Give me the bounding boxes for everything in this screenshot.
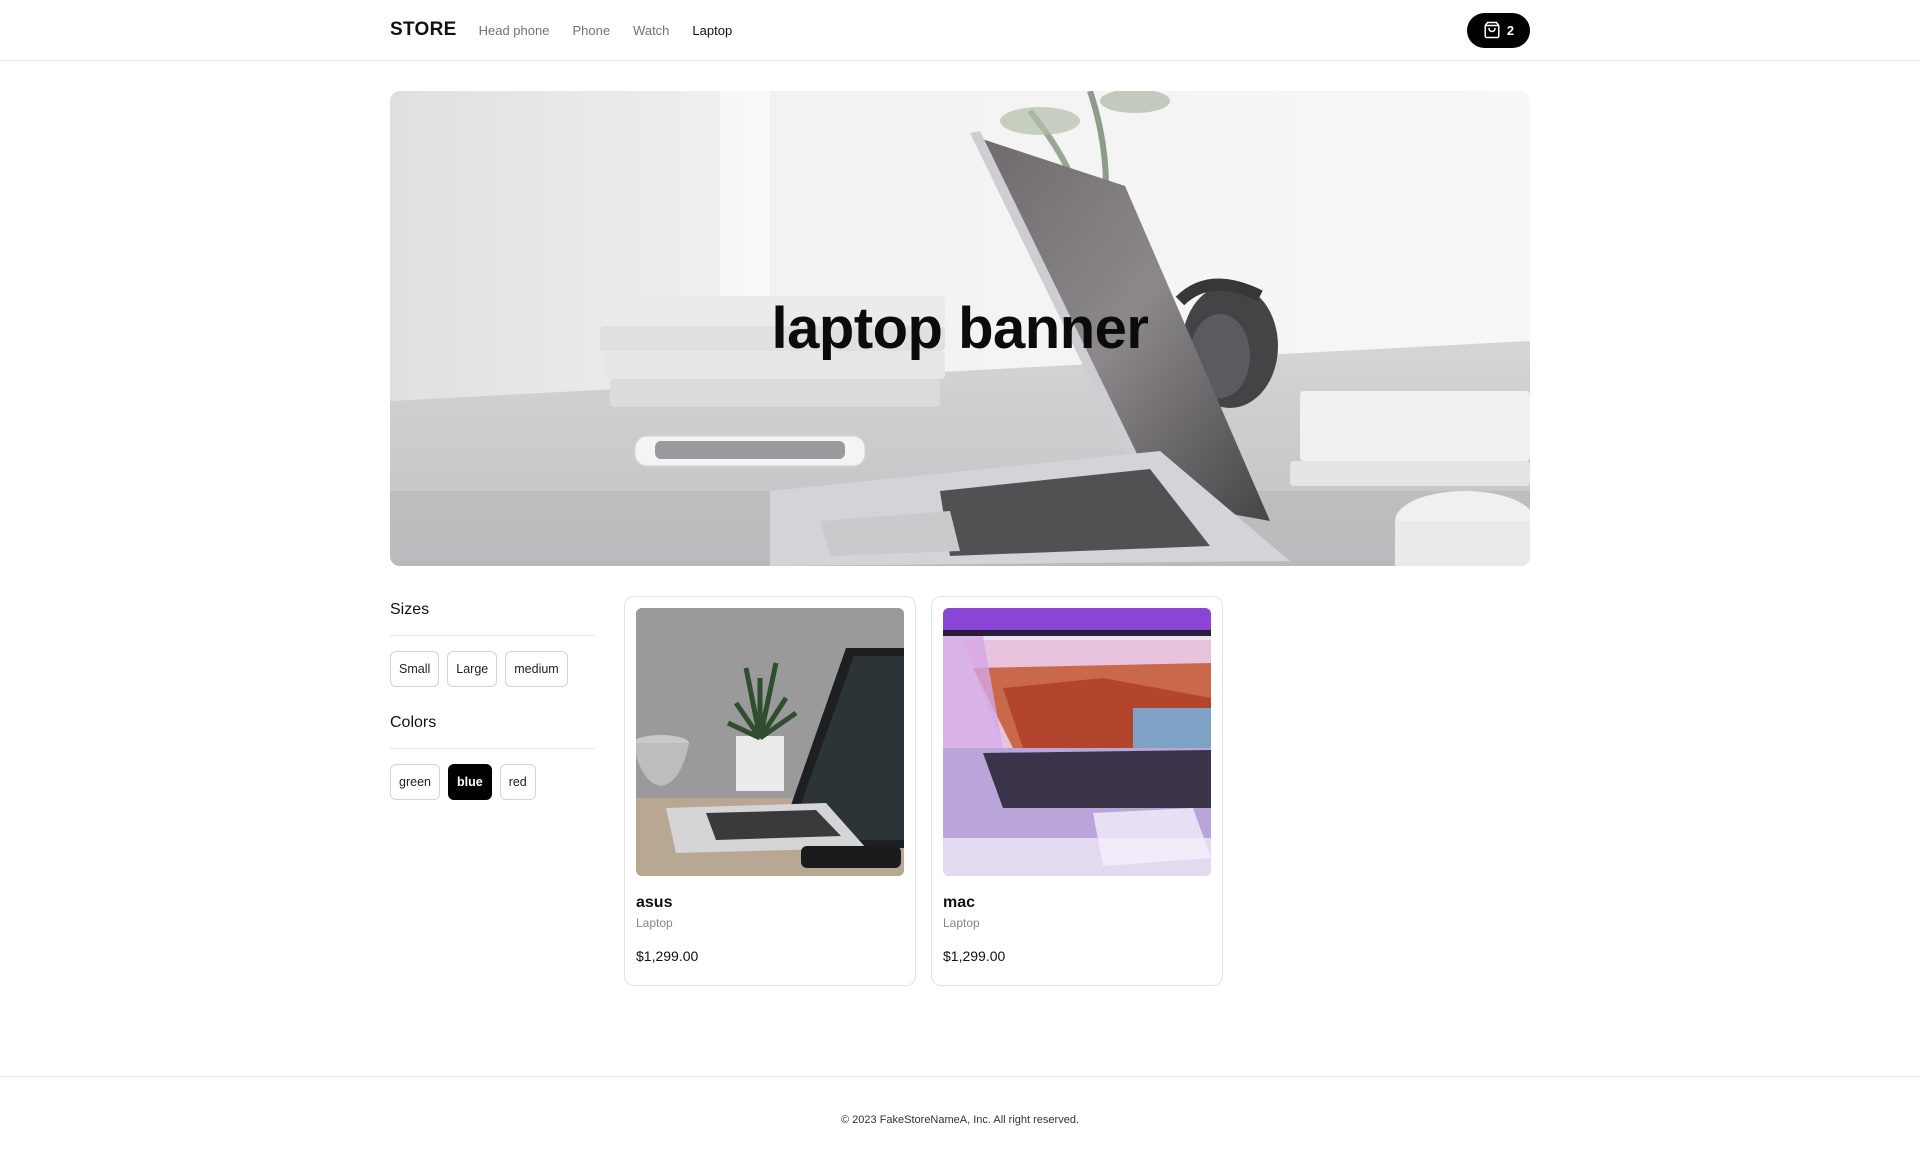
color-option-green[interactable]: green [390, 764, 440, 800]
product-image[interactable] [943, 608, 1211, 876]
sizes-filter-title: Sizes [390, 601, 430, 618]
nav-link-watch[interactable]: Watch [633, 23, 669, 38]
banner-title: laptop banner [771, 296, 1149, 361]
category-banner: laptop banner [390, 91, 1530, 566]
cart-count: 2 [1506, 22, 1515, 38]
nav-link-laptop[interactable]: Laptop [692, 23, 732, 38]
nav-link-phone[interactable]: Phone [572, 23, 610, 38]
category-nav: Head phone Phone Watch Laptop [479, 23, 756, 38]
divider [390, 748, 595, 749]
product-name[interactable]: mac [943, 894, 1211, 912]
colors-filter: Colors green blue red [390, 711, 595, 800]
cart-button[interactable]: 2 [1467, 12, 1530, 48]
product-category: Laptop [943, 916, 980, 930]
product-name[interactable]: asus [636, 894, 904, 912]
laptop-photo-mac [943, 608, 1211, 876]
product-category: Laptop [636, 916, 673, 930]
product-card-asus[interactable]: asus Laptop $1,299.00 [624, 596, 916, 986]
filter-sidebar: Sizes Small Large medium Colors green bl… [390, 598, 595, 824]
size-options: Small Large medium [390, 651, 595, 687]
top-navigation-bar: STORE Head phone Phone Watch Laptop 2 [0, 0, 1920, 61]
color-options: green blue red [390, 764, 595, 800]
size-option-large[interactable]: Large [447, 651, 498, 687]
color-option-blue[interactable]: blue [447, 764, 492, 800]
product-price: $1,299.00 [943, 948, 1006, 964]
product-card-mac[interactable]: mac Laptop $1,299.00 [931, 596, 1223, 986]
color-option-red[interactable]: red [499, 764, 536, 800]
store-logo[interactable]: STORE [390, 19, 457, 41]
size-option-medium[interactable]: medium [505, 651, 568, 687]
sizes-filter: Sizes Small Large medium [390, 598, 595, 687]
copyright-text: © 2023 FakeStoreNameA, Inc. All right re… [841, 1114, 1079, 1126]
laptop-photo-asus [636, 608, 904, 876]
product-image[interactable] [636, 608, 904, 876]
navbar-container: STORE Head phone Phone Watch Laptop 2 [390, 0, 1530, 60]
page-footer: © 2023 FakeStoreNameA, Inc. All right re… [0, 1076, 1920, 1166]
shopping-bag-icon [1484, 21, 1500, 39]
divider [390, 635, 595, 636]
product-grid: asus Laptop $1,299.00 mac Laptop $1,299.… [624, 596, 1238, 986]
size-option-small[interactable]: Small [390, 651, 440, 687]
product-price: $1,299.00 [636, 948, 699, 964]
colors-filter-title: Colors [390, 714, 437, 731]
nav-link-head-phone[interactable]: Head phone [479, 23, 550, 38]
